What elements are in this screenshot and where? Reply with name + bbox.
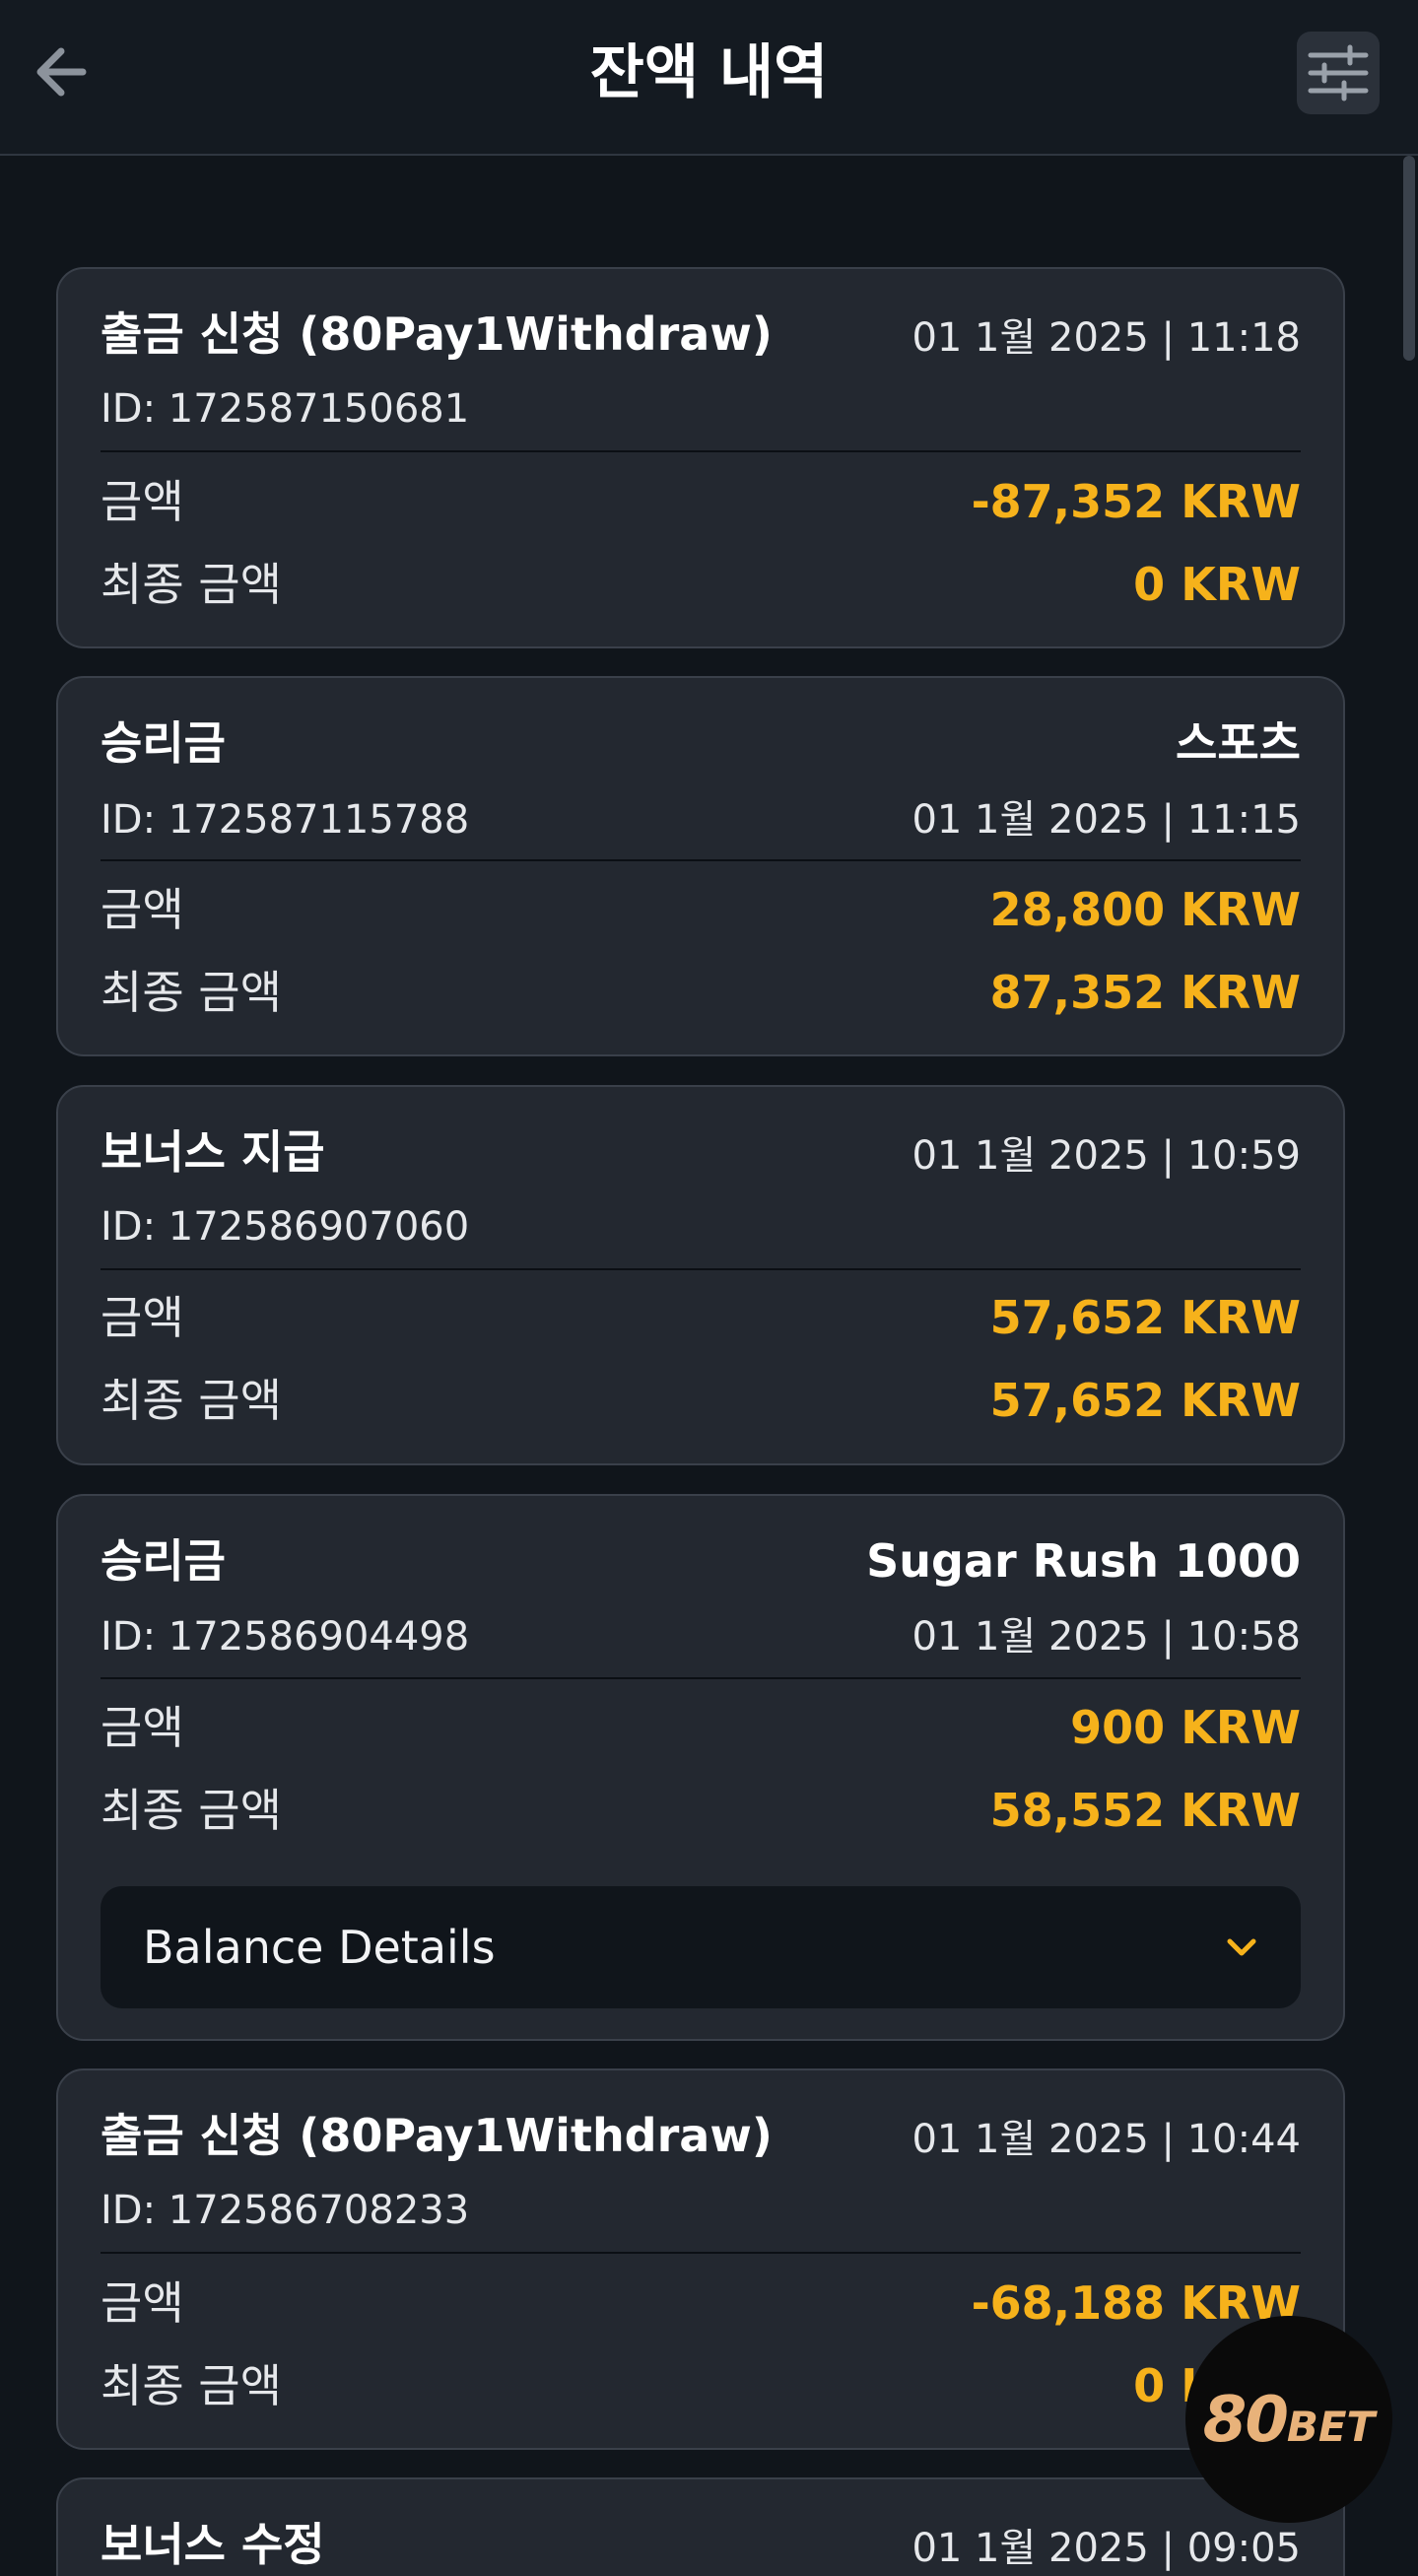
final-amount-value: 87,352 KRW [989,966,1301,1019]
balance-details-label: Balance Details [143,1921,496,1974]
balance-details-toggle[interactable]: Balance Details [101,1886,1301,2008]
brand-logo-button[interactable]: 80BET [1185,2316,1392,2523]
amount-value: 57,652 KRW [989,1291,1301,1344]
transaction-date: 01 1월 2025 | 10:44 [912,2117,1301,2162]
transaction-card[interactable]: 보너스 지급 01 1월 2025 | 10:59 ID: 1725869070… [56,1085,1345,1465]
final-amount-label: 최종 금액 [101,1374,282,1427]
amount-value: 900 KRW [1070,1701,1301,1754]
final-amount-label: 최종 금액 [101,2359,282,2412]
transaction-date: 01 1월 2025 | 10:59 [912,1133,1301,1179]
transaction-card[interactable]: 보너스 수정 01 1월 2025 | 09:05 [56,2477,1345,2576]
sliders-icon [1308,44,1369,102]
scrollbar-thumb[interactable] [1403,156,1415,361]
transaction-type: 출금 신청 (80Pay1Withdraw) [101,307,773,361]
amount-label: 금액 [101,883,184,936]
amount-label: 금액 [101,1291,184,1344]
transaction-date: 01 1월 2025 | 09:05 [912,2526,1301,2571]
transaction-type: 승리금 [101,716,226,770]
final-amount-label: 최종 금액 [101,1784,282,1837]
brand-logo-text: 80BET [1202,2384,1376,2457]
transaction-id: ID: 172586904498 [101,1614,470,1660]
transaction-card[interactable]: 승리금 스포츠 ID: 172587115788 01 1월 2025 | 11… [56,676,1345,1056]
divider [101,450,1301,452]
transaction-type: 출금 신청 (80Pay1Withdraw) [101,2109,773,2162]
divider [101,1268,1301,1270]
transaction-card[interactable]: 출금 신청 (80Pay1Withdraw) 01 1월 2025 | 10:4… [56,2068,1345,2450]
page-title: 잔액 내역 [589,38,829,107]
amount-label: 금액 [101,475,184,528]
final-amount-value: 58,552 KRW [989,1784,1301,1837]
transaction-source: Sugar Rush 1000 [866,1534,1301,1588]
transaction-type: 보너스 수정 [101,2518,325,2571]
amount-value: 28,800 KRW [989,883,1301,936]
transaction-date: 01 1월 2025 | 11:18 [912,315,1301,361]
divider [101,1677,1301,1679]
transaction-id: ID: 172587115788 [101,797,470,843]
transaction-source: 스포츠 [1176,716,1301,770]
amount-label: 금액 [101,1701,184,1754]
divider [101,2252,1301,2254]
balance-history-screen: 잔액 내역 출금 신청 (80Pay1Withdraw) 01 1월 2025 … [0,0,1418,2576]
transaction-type: 승리금 [101,1534,226,1588]
final-amount-label: 최종 금액 [101,966,282,1019]
transaction-type: 보너스 지급 [101,1125,325,1179]
transaction-date: 01 1월 2025 | 11:15 [912,797,1301,843]
final-amount-label: 최종 금액 [101,558,282,611]
transaction-date: 01 1월 2025 | 10:58 [912,1614,1301,1660]
amount-value: -87,352 KRW [971,475,1301,528]
transaction-card[interactable]: 승리금 Sugar Rush 1000 ID: 172586904498 01 … [56,1494,1345,2041]
filter-button[interactable] [1297,32,1380,114]
amount-label: 금액 [101,2276,184,2330]
final-amount-value: 0 KRW [1133,558,1301,611]
final-amount-value: 57,652 KRW [989,1374,1301,1427]
divider [101,859,1301,861]
transaction-card[interactable]: 출금 신청 (80Pay1Withdraw) 01 1월 2025 | 11:1… [56,267,1345,648]
transaction-id: ID: 172587150681 [101,386,470,432]
app-header: 잔액 내역 [0,0,1418,156]
transaction-id: ID: 172586907060 [101,1204,470,1250]
transaction-id: ID: 172586708233 [101,2188,470,2233]
chevron-down-icon [1227,1938,1256,1956]
